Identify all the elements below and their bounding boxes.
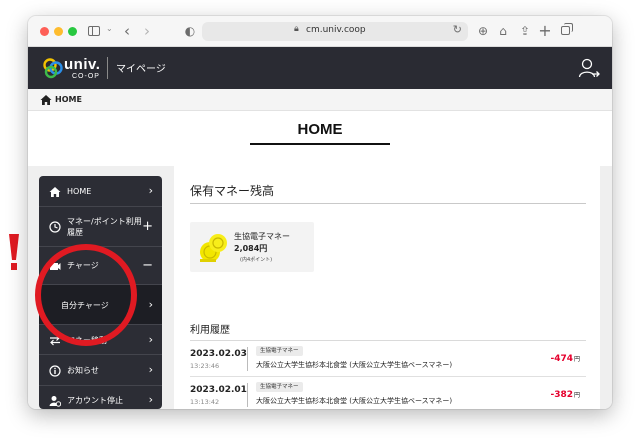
tab-overview-icon[interactable] [559, 22, 573, 40]
address-bar-url: cm.univ.coop [306, 25, 366, 35]
logo-subtext: CO-OP [72, 73, 100, 80]
logo-wordmark: univ. [64, 56, 101, 73]
balance-amount: 2,084円 [234, 244, 268, 253]
privacy-shield-icon[interactable]: ◐ [183, 22, 197, 40]
chevron-right-icon: › [148, 333, 153, 346]
breadcrumb: HOME [28, 89, 612, 111]
lock-icon: 🔒︎ [294, 24, 299, 34]
chevron-right-icon: › [148, 298, 153, 311]
history-time: 13:13:42 [190, 398, 220, 406]
home-icon [49, 187, 61, 197]
history-separator [247, 347, 248, 371]
breadcrumb-home-link[interactable]: HOME [55, 95, 82, 104]
header-title: マイページ [116, 64, 166, 75]
chevron-right-icon: › [148, 363, 153, 376]
browser-home-icon[interactable]: ⌂ [496, 22, 510, 40]
reload-icon[interactable]: ↻ [453, 23, 462, 36]
chevron-down-icon[interactable]: ⌄ [106, 24, 113, 33]
collapse-minus-icon[interactable]: − [142, 258, 153, 273]
history-amount-value: -382 [550, 390, 573, 400]
clock-icon [49, 221, 61, 233]
zoom-window-button[interactable] [68, 27, 77, 36]
user-stop-icon [49, 396, 61, 407]
history-separator [247, 383, 248, 407]
chevron-right-icon: › [148, 393, 153, 406]
coin-stack-icon [200, 234, 227, 262]
sidebar-item-label-line1: マネー/ポイント利用 [67, 217, 142, 226]
exclamation-annotation-icon [9, 234, 19, 270]
logout-user-icon[interactable] [578, 57, 600, 79]
balance-section-title: 保有マネー残高 [190, 184, 275, 198]
history-amount-value: -474 [550, 354, 573, 364]
history-row[interactable]: 2023.02.01 13:13:42 生協電子マネー 大阪公立大学生協杉本北食… [190, 377, 586, 409]
header-divider [107, 57, 108, 79]
browser-toolbar: ⌄ ‹ › ◐ 🔒︎ cm.univ.coop ↻ ⊕ ⌂ ⇪ + [28, 16, 612, 47]
sidebar-item-label-line2: 履歴 [67, 228, 83, 237]
page-title-area: HOME [28, 111, 612, 166]
history-amount-unit: 円 [573, 392, 580, 399]
new-tab-icon[interactable]: + [538, 22, 552, 40]
history-description: 大阪公立大学生協杉本北食堂 (大阪公立大学生協ベースマネー) [256, 397, 453, 405]
home-icon[interactable] [40, 94, 52, 106]
sidebar-item-account-stop[interactable]: アカウント停止 › [39, 386, 162, 409]
history-description: 大阪公立大学生協杉本北食堂 (大阪公立大学生協ベースマネー) [256, 361, 453, 369]
sidebar-item-home[interactable]: HOME › [39, 176, 162, 207]
sidebar-item-history[interactable]: マネー/ポイント利用 履歴 + [39, 207, 162, 247]
info-icon [49, 365, 61, 377]
history-time: 13:23:46 [190, 362, 220, 370]
balance-points: (内4ポイント) [240, 257, 273, 263]
sidebar-item-label: アカウント停止 [67, 396, 123, 405]
address-bar[interactable]: 🔒︎ cm.univ.coop ↻ [202, 22, 468, 41]
history-amount: -382円 [550, 390, 580, 400]
section-divider [190, 203, 586, 204]
expand-plus-icon[interactable]: + [142, 219, 153, 234]
balance-card: 生協電子マネー 2,084円 (内4ポイント) [190, 222, 314, 272]
coop-logo-icon [43, 58, 63, 79]
sidebar-item-label: お知らせ [67, 366, 99, 375]
page-title-underline [250, 143, 390, 145]
forward-arrow-icon[interactable]: › [140, 22, 154, 40]
highlight-circle-annotation [35, 244, 137, 346]
minimize-window-button[interactable] [54, 27, 63, 36]
history-amount: -474円 [550, 354, 580, 364]
site-header: univ. CO-OP マイページ [28, 47, 612, 89]
chevron-right-icon: › [148, 184, 153, 197]
sidebar-toggle-icon[interactable] [86, 22, 102, 40]
close-window-button[interactable] [40, 27, 49, 36]
browser-window: ⌄ ‹ › ◐ 🔒︎ cm.univ.coop ↻ ⊕ ⌂ ⇪ + univ. … [28, 16, 612, 409]
balance-label: 生協電子マネー [234, 232, 290, 241]
share-icon[interactable]: ⇪ [518, 22, 532, 40]
history-section-title: 利用履歴 [190, 325, 230, 336]
history-tag-badge: 生協電子マネー [256, 346, 303, 356]
page-title: HOME [297, 121, 343, 138]
history-date: 2023.02.01 [190, 385, 247, 395]
history-date: 2023.02.03 [190, 349, 247, 359]
main-panel: 保有マネー残高 生協電子マネー 2,084円 (内4ポイント) 利用履歴 202… [174, 164, 600, 409]
back-arrow-icon[interactable]: ‹ [120, 22, 134, 40]
history-row[interactable]: 2023.02.03 13:23:46 生協電子マネー 大阪公立大学生協杉本北食… [190, 341, 586, 377]
sidebar-item-label: HOME [67, 187, 92, 196]
sidebar-item-notices[interactable]: お知らせ › [39, 355, 162, 386]
history-tag-badge: 生協電子マネー [256, 382, 303, 392]
download-icon[interactable]: ⊕ [476, 22, 490, 40]
history-amount-unit: 円 [573, 356, 580, 363]
